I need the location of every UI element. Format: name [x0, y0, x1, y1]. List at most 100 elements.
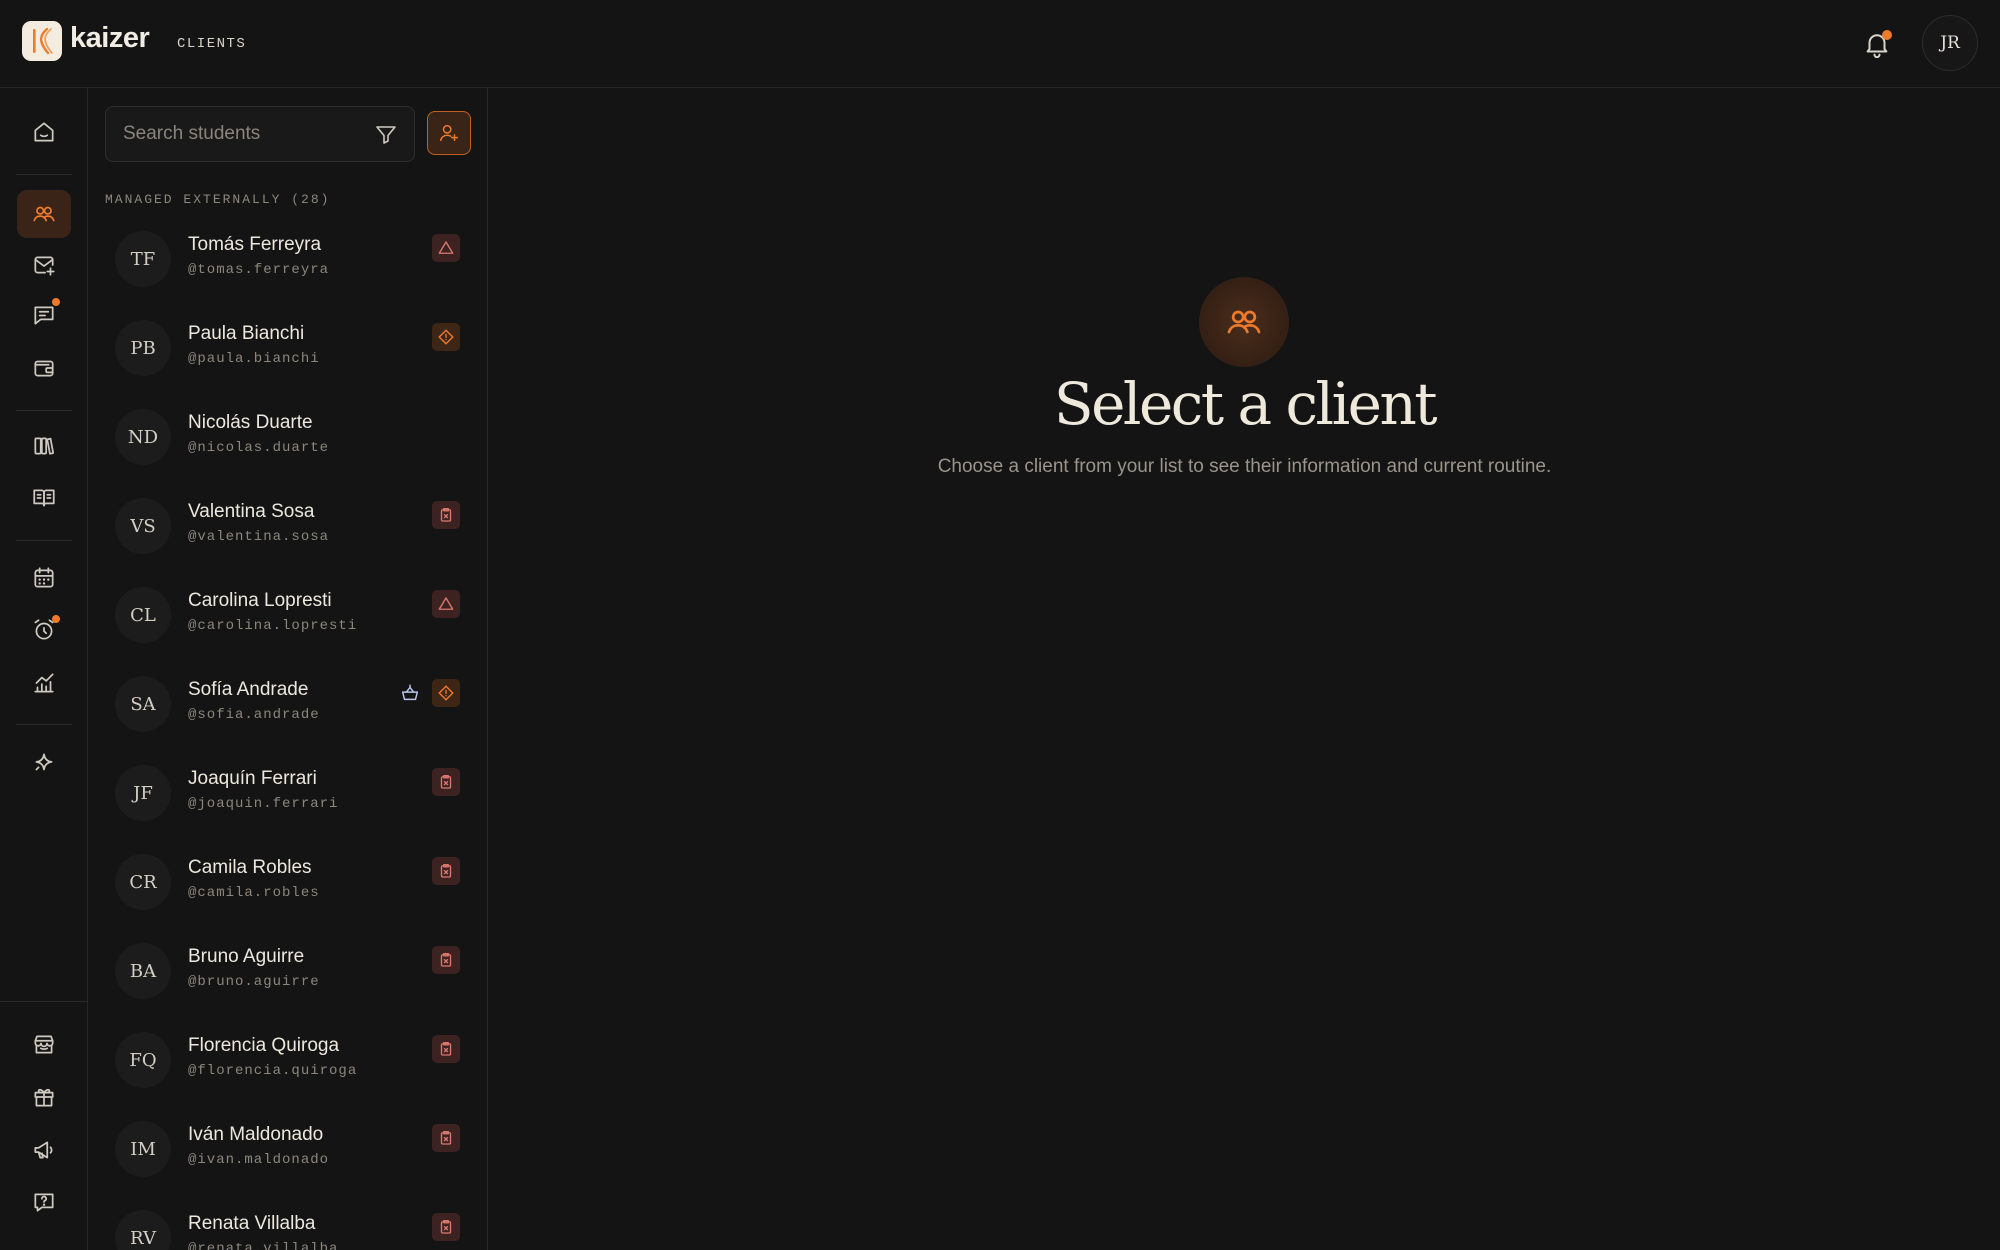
client-avatar: CL [115, 587, 171, 643]
rail-divider [16, 174, 72, 175]
client-row[interactable]: JF Joaquín Ferrari @joaquin.ferrari [88, 751, 487, 840]
client-name: Bruno Aguirre [188, 946, 305, 967]
client-row[interactable]: IM Iván Maldonado @ivan.maldonado [88, 1107, 487, 1196]
user-plus-icon [440, 124, 458, 142]
client-row[interactable]: VS Valentina Sosa @valentina.sosa [88, 484, 487, 573]
alarm-badge [52, 615, 60, 623]
client-avatar: CR [115, 854, 171, 910]
alarm-icon[interactable] [17, 606, 71, 654]
client-name: Nicolás Duarte [188, 412, 313, 433]
client-row[interactable]: CR Camila Robles @camila.robles [88, 840, 487, 929]
client-row[interactable]: CL Carolina Lopresti @carolina.lopresti [88, 573, 487, 662]
alert-diamond-icon[interactable] [432, 679, 460, 707]
client-name: Valentina Sosa [188, 501, 315, 522]
clipboard-x-icon[interactable] [432, 946, 460, 974]
client-row[interactable]: SA Sofía Andrade @sofia.andrade [88, 662, 487, 751]
client-avatar: TF [115, 231, 171, 287]
client-row[interactable]: PB Paula Bianchi @paula.bianchi [88, 306, 487, 395]
client-handle: @paula.bianchi [188, 351, 320, 367]
client-name: Renata Villalba [188, 1213, 316, 1234]
kaizer-logo-icon[interactable] [22, 21, 62, 61]
mail-plus-icon[interactable] [17, 241, 71, 289]
client-avatar: IM [115, 1121, 171, 1177]
client-name: Tomás Ferreyra [188, 234, 322, 255]
client-row[interactable]: BA Bruno Aguirre @bruno.aguirre [88, 929, 487, 1018]
clients-icon [1199, 277, 1289, 367]
client-handle: @ivan.maldonado [188, 1152, 330, 1168]
notification-badge [1882, 30, 1892, 40]
client-avatar: BA [115, 943, 171, 999]
client-avatar: PB [115, 320, 171, 376]
client-name: Florencia Quiroga [188, 1035, 340, 1056]
client-row[interactable]: ND Nicolás Duarte @nicolas.duarte [88, 395, 487, 484]
chat-icon[interactable] [17, 291, 71, 339]
gift-icon[interactable] [17, 1073, 71, 1121]
nav-rail [0, 88, 88, 1250]
client-name: Camila Robles [188, 857, 312, 878]
client-avatar: VS [115, 498, 171, 554]
alert-diamond-icon[interactable] [432, 323, 460, 351]
client-handle: @valentina.sosa [188, 529, 330, 545]
client-row[interactable]: FQ Florencia Quiroga @florencia.quiroga [88, 1018, 487, 1107]
analytics-icon[interactable] [17, 659, 71, 707]
client-handle: @renata.villalba [188, 1241, 339, 1250]
client-handle: @florencia.quiroga [188, 1063, 358, 1079]
warning-triangle-icon[interactable] [432, 234, 460, 262]
rail-divider [16, 540, 72, 541]
top-bar: kaizer CLIENTS JR [0, 0, 2000, 88]
empty-state: Select a client Choose a client from you… [489, 88, 2000, 1250]
library-icon[interactable] [17, 422, 71, 470]
clipboard-x-icon[interactable] [432, 501, 460, 529]
calendar-icon[interactable] [17, 554, 71, 602]
client-handle: @sofia.andrade [188, 707, 320, 723]
client-avatar: ND [115, 409, 171, 465]
home-icon[interactable] [17, 108, 71, 156]
client-name: Iván Maldonado [188, 1124, 324, 1145]
client-name: Carolina Lopresti [188, 590, 332, 611]
clipboard-x-icon[interactable] [432, 1035, 460, 1063]
client-avatar: SA [115, 676, 171, 732]
client-avatar: RV [115, 1210, 171, 1250]
clients-icon[interactable] [17, 190, 71, 238]
basket-icon [399, 682, 421, 704]
rail-divider [16, 410, 72, 411]
rail-divider [0, 1001, 88, 1002]
store-icon[interactable] [17, 1020, 71, 1068]
add-client-button[interactable] [427, 111, 471, 155]
client-avatar: FQ [115, 1032, 171, 1088]
empty-state-title: Select a client [1053, 370, 1438, 438]
client-name: Paula Bianchi [188, 323, 305, 344]
client-handle: @carolina.lopresti [188, 618, 358, 634]
search-input[interactable] [106, 107, 366, 161]
clipboard-x-icon[interactable] [432, 1124, 460, 1152]
client-list-panel: MANAGED EXTERNALLY (28) TF Tomás Ferreyra… [88, 88, 488, 1250]
help-icon[interactable] [17, 1178, 71, 1226]
group-label: MANAGED EXTERNALLY (28) [105, 192, 331, 207]
page-title: CLIENTS [177, 36, 247, 52]
client-name: Joaquín Ferrari [188, 768, 317, 789]
user-avatar[interactable]: JR [1922, 15, 1978, 71]
client-handle: @tomas.ferreyra [188, 262, 330, 278]
wallet-icon[interactable] [17, 344, 71, 392]
client-row[interactable]: TF Tomás Ferreyra @tomas.ferreyra [88, 217, 487, 306]
book-icon[interactable] [17, 474, 71, 522]
client-avatar: JF [115, 765, 171, 821]
client-row[interactable]: RV Renata Villalba @renata.villalba [88, 1196, 487, 1250]
app-name: kaizer [70, 22, 150, 54]
search-box [105, 106, 415, 162]
empty-state-subtitle: Choose a client from your list to see th… [937, 456, 1552, 477]
client-handle: @joaquin.ferrari [188, 796, 339, 812]
client-handle: @bruno.aguirre [188, 974, 320, 990]
chat-badge [52, 298, 60, 306]
client-handle: @nicolas.duarte [188, 440, 330, 456]
rail-divider [16, 724, 72, 725]
megaphone-icon[interactable] [17, 1126, 71, 1174]
client-handle: @camila.robles [188, 885, 320, 901]
clipboard-x-icon[interactable] [432, 857, 460, 885]
warning-triangle-icon[interactable] [432, 590, 460, 618]
client-name: Sofía Andrade [188, 679, 309, 700]
sparkle-icon[interactable] [17, 739, 71, 787]
clipboard-x-icon[interactable] [432, 768, 460, 796]
filter-icon[interactable] [374, 122, 398, 146]
clipboard-x-icon[interactable] [432, 1213, 460, 1241]
